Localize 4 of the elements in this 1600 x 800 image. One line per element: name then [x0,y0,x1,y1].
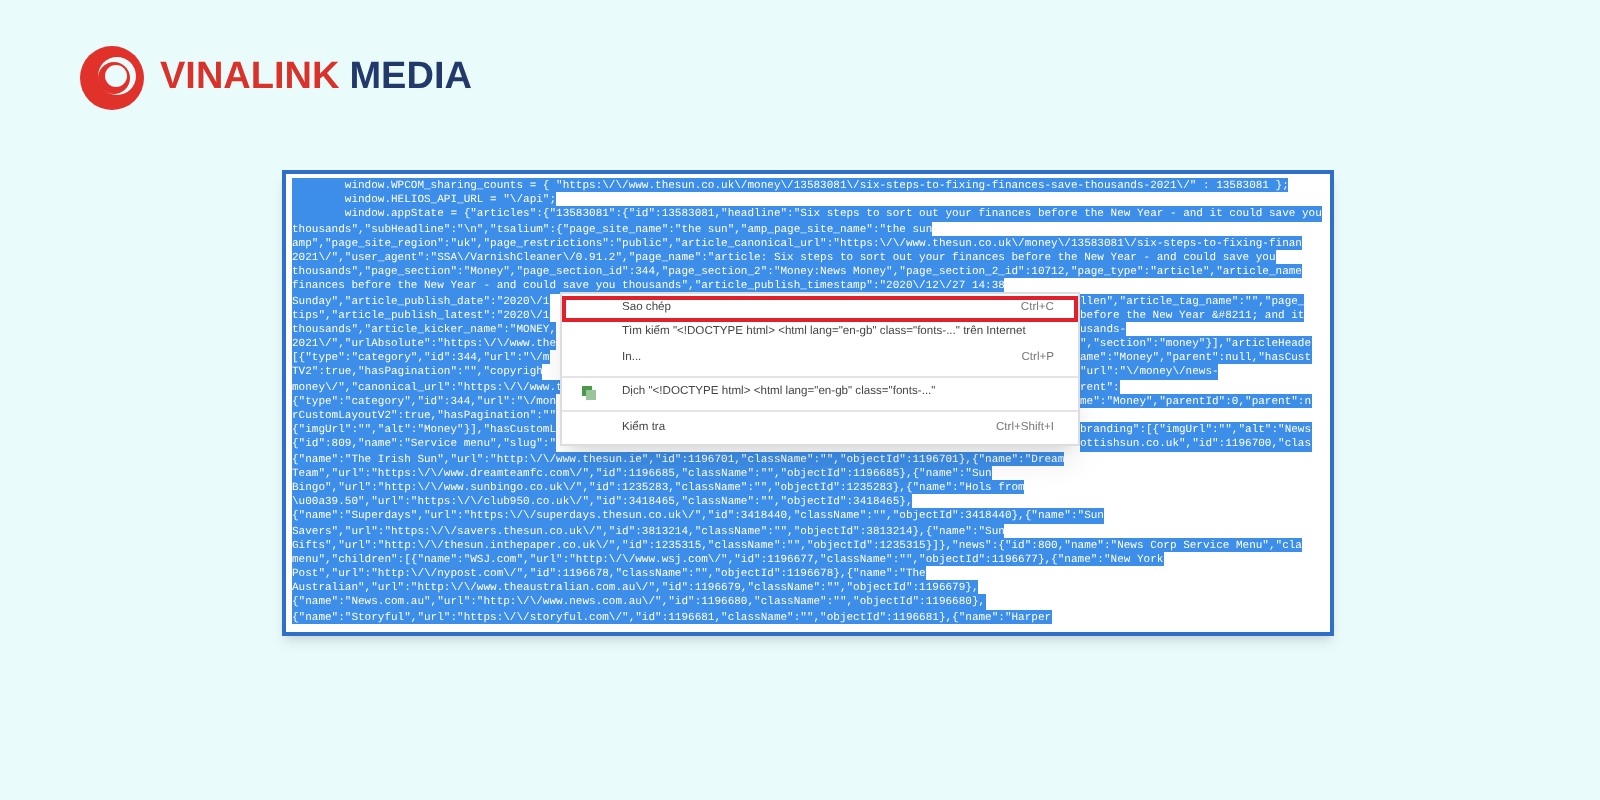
brand-suffix: MEDIA [349,53,472,102]
brand-name: VINALINK [160,53,340,102]
translate-icon [582,386,596,401]
logo-icon [80,46,144,110]
